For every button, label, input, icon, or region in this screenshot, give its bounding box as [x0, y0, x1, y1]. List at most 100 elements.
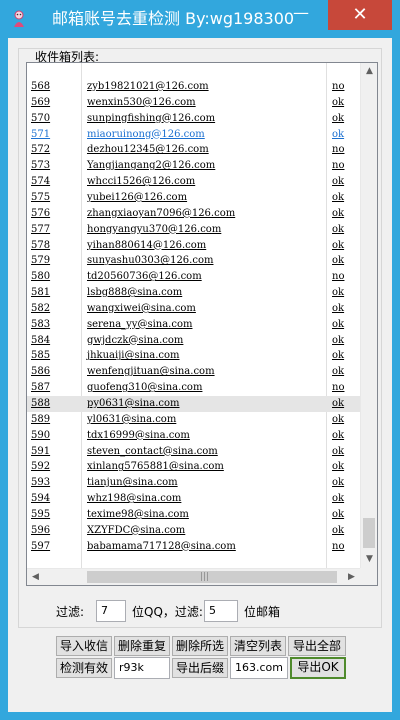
app-logo-icon: [14, 10, 24, 27]
email-address: xinlang5765881@sina.com: [87, 461, 224, 473]
scroll-grip-icon: |||: [200, 572, 210, 582]
email-address: py0631@sina.com: [87, 398, 180, 409]
export-ok-button[interactable]: 导出OK: [290, 657, 346, 679]
scroll-right-icon[interactable]: ▶: [343, 569, 360, 585]
email-address: whcci1526@126.com: [87, 176, 196, 188]
status-value: ok: [332, 429, 345, 441]
email-address: Yangjiangang2@126.com: [87, 160, 216, 172]
close-button[interactable]: ✕: [328, 0, 392, 30]
list-item[interactable]: 571 miaoruinong@126.com ok: [27, 127, 360, 143]
list-item[interactable]: 591 steven_contact@sina.com ok: [27, 444, 360, 460]
status-value: ok: [332, 445, 345, 457]
scroll-left-icon[interactable]: ◀: [27, 569, 44, 585]
row-number: 594: [31, 493, 51, 505]
list-item[interactable]: 594 whz198@sina.com ok: [27, 491, 360, 507]
email-address: lsbg888@sina.com: [87, 287, 183, 299]
list-item[interactable]: 572 dezhou12345@126.com no: [27, 142, 360, 158]
email-address: miaoruinong@126.com: [87, 128, 205, 140]
email-address: tdx16999@sina.com: [87, 429, 190, 441]
status-value: ok: [332, 191, 345, 203]
client-area: 收件箱列表: 568 zyb19821021@126.com no 569 wenxin…: [8, 38, 392, 712]
status-value: no: [332, 81, 345, 92]
mail-digits-field[interactable]: 5: [204, 600, 238, 622]
email-address: texime98@sina.com: [87, 508, 189, 520]
email-address: guofeng310@sina.com: [87, 382, 203, 394]
email-address: XZYFDC@sina.com: [87, 524, 186, 536]
row-number: 590: [31, 429, 51, 441]
list-item[interactable]: 577 hongyangyu370@126.com ok: [27, 222, 360, 238]
dedupe-button[interactable]: 删除重复: [114, 636, 170, 656]
list-item[interactable]: 574 whcci1526@126.com ok: [27, 174, 360, 190]
mail-filter-label: 位邮箱: [244, 605, 281, 619]
row-number: 585: [31, 350, 51, 362]
list-item[interactable]: 592 xinlang5765881@sina.com ok: [27, 459, 360, 475]
vertical-scrollbar[interactable]: ▲ ▼: [360, 63, 377, 568]
list-item[interactable]: 582 wangxiwei@sina.com ok: [27, 301, 360, 317]
qq-digits-field[interactable]: 7: [96, 600, 126, 622]
row-number: 579: [31, 255, 51, 267]
row-number: 591: [31, 445, 51, 457]
horizontal-scroll-thumb[interactable]: |||: [87, 571, 337, 583]
row-number: 587: [31, 382, 51, 394]
email-address: gwjdczk@sina.com: [87, 334, 184, 346]
vertical-scroll-thumb[interactable]: [363, 518, 375, 548]
status-value: no: [332, 144, 345, 156]
clear-list-button[interactable]: 清空列表: [230, 636, 286, 656]
list-item[interactable]: 569 wenxin530@126.com ok: [27, 95, 360, 111]
status-value: ok: [332, 366, 345, 378]
list-item[interactable]: 588 py0631@sina.com ok: [27, 396, 360, 412]
list-item[interactable]: 584 gwjdczk@sina.com ok: [27, 333, 360, 349]
row-number: 575: [31, 191, 51, 203]
minimize-button[interactable]: —: [286, 4, 316, 26]
status-value: ok: [332, 176, 345, 188]
email-address: tianjun@sina.com: [87, 477, 178, 489]
list-item[interactable]: 573 Yangjiangang2@126.com no: [27, 158, 360, 174]
row-number: 588: [31, 398, 51, 409]
list-item[interactable]: 570 sunpingfishing@126.com ok: [27, 111, 360, 127]
list-item[interactable]: 581 lsbg888@sina.com ok: [27, 285, 360, 301]
inbox-list[interactable]: 568 zyb19821021@126.com no 569 wenxin530@126…: [26, 62, 378, 586]
list-item[interactable]: 589 yl0631@sina.com ok: [27, 412, 360, 428]
status-value: ok: [332, 413, 345, 425]
email-address: sunyashu0303@126.com: [87, 255, 214, 267]
list-item[interactable]: 587 guofeng310@sina.com no: [27, 380, 360, 396]
row-number: 592: [31, 461, 51, 473]
delete-selected-button[interactable]: 删除所选: [172, 636, 228, 656]
list-item[interactable]: 585 jhkuaiji@sina.com ok: [27, 348, 360, 364]
email-address: sunpingfishing@126.com: [87, 112, 216, 124]
row-number: 573: [31, 160, 51, 172]
status-value: ok: [332, 96, 345, 108]
list-item[interactable]: 568 zyb19821021@126.com no: [27, 79, 360, 95]
row-number: 576: [31, 207, 51, 219]
list-item[interactable]: 586 wenfengjituan@sina.com ok: [27, 364, 360, 380]
list-item[interactable]: 575 yubei126@126.com ok: [27, 190, 360, 206]
scroll-down-icon[interactable]: ▼: [361, 551, 377, 568]
app-window: 邮箱账号去重检测 By:wg198300 — ✕ 收件箱列表: 568 zyb19…: [0, 0, 400, 720]
list-item[interactable]: 593 tianjun@sina.com ok: [27, 475, 360, 491]
row-number: 589: [31, 413, 51, 425]
status-value: ok: [332, 350, 345, 362]
import-button[interactable]: 导入收信: [56, 636, 112, 656]
export-all-button[interactable]: 导出全部: [288, 636, 346, 656]
status-value: ok: [332, 493, 345, 505]
list-item[interactable]: 596 XZYFDC@sina.com ok: [27, 523, 360, 539]
scroll-up-icon[interactable]: ▲: [361, 63, 377, 80]
export-suffix-button[interactable]: 导出后缀: [172, 658, 228, 678]
list-item[interactable]: 579 sunyashu0303@126.com ok: [27, 253, 360, 269]
row-number: 582: [31, 302, 51, 314]
list-item[interactable]: 576 zhangxiaoyan7096@126.com ok: [27, 206, 360, 222]
horizontal-scrollbar[interactable]: ◀ ||| ▶: [27, 568, 360, 585]
list-item[interactable]: 578 yihan880614@126.com ok: [27, 238, 360, 254]
title-bar[interactable]: 邮箱账号去重检测 By:wg198300 — ✕: [0, 0, 400, 38]
list-item[interactable]: 595 texime98@sina.com ok: [27, 507, 360, 523]
list-item[interactable]: 583 serena_yy@sina.com ok: [27, 317, 360, 333]
list-item[interactable]: 597 babamama717128@sina.com no: [27, 539, 360, 555]
list-item[interactable]: 590 tdx16999@sina.com ok: [27, 428, 360, 444]
suffix-left-field[interactable]: r93k: [114, 657, 170, 679]
status-value: no: [332, 540, 345, 552]
list-item[interactable]: 580 td20560736@126.com no: [27, 269, 360, 285]
email-address: yubei126@126.com: [87, 191, 188, 203]
suffix-right-field[interactable]: 163.com: [230, 657, 288, 679]
row-number: 577: [31, 223, 51, 235]
check-valid-button[interactable]: 检测有效: [56, 658, 112, 678]
